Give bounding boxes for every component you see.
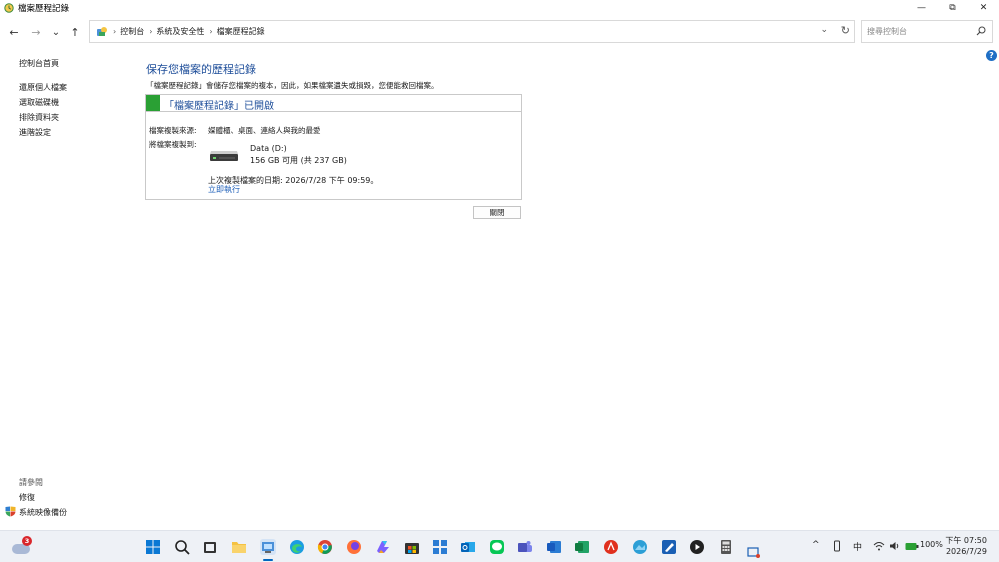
control-panel-icon	[96, 26, 108, 38]
breadcrumb-separator: ›	[149, 27, 153, 36]
drive-name: Data (D:)	[250, 144, 287, 153]
source-label: 檔案複製來源:	[149, 126, 197, 135]
navigation-bar: ← → ⌄ ↑ › 控制台 › 系統及安全性 › 檔案歷程記錄 ⌄ ↻	[0, 18, 999, 46]
calculator-icon[interactable]	[718, 539, 734, 555]
see-also-heading: 請參閱	[19, 478, 43, 487]
copilot-icon[interactable]	[375, 539, 391, 555]
taskbar: 3 ^ 中 100% 下午 07:50 2026/7/29	[0, 530, 999, 562]
media-player-icon[interactable]	[689, 539, 705, 555]
status-indicator	[146, 95, 160, 111]
firefox-icon[interactable]	[346, 539, 362, 555]
pen-app-icon[interactable]	[661, 539, 677, 555]
breadcrumb-file-history[interactable]: 檔案歷程記錄	[217, 26, 265, 37]
back-button[interactable]: ←	[6, 24, 22, 40]
photos-icon[interactable]	[632, 539, 648, 555]
file-history-status-panel: 「檔案歷程記錄」已開啟 檔案複製來源: 媒體櫃、桌面、連絡人與我的最愛 將檔案複…	[145, 94, 522, 200]
word-icon[interactable]	[546, 539, 562, 555]
sidebar-item-advanced[interactable]: 進階設定	[19, 127, 51, 138]
acrobat-icon[interactable]	[603, 539, 619, 555]
forward-button[interactable]: →	[28, 24, 44, 40]
target-label: 將檔案複製到:	[149, 140, 197, 149]
breadcrumb-system-security[interactable]: 系統及安全性	[156, 26, 204, 37]
clock[interactable]: 下午 07:50 2026/7/29	[945, 535, 987, 557]
source-value: 媒體櫃、桌面、連絡人與我的最愛	[208, 126, 321, 135]
search-box	[861, 20, 993, 43]
drive-space: 156 GB 可用 (共 237 GB)	[250, 156, 347, 165]
active-app-indicator	[263, 559, 273, 561]
shield-icon	[5, 506, 16, 517]
chrome-icon[interactable]	[317, 539, 333, 555]
battery-icon[interactable]	[905, 540, 919, 552]
minimize-button[interactable]: —	[906, 0, 937, 16]
weather-widget[interactable]: 3	[12, 536, 32, 555]
sidebar-item-home[interactable]: 控制台首頁	[19, 58, 59, 69]
address-bar[interactable]: › 控制台 › 系統及安全性 › 檔案歷程記錄 ⌄ ↻	[89, 20, 855, 43]
close-button[interactable]: 關閉	[473, 206, 521, 219]
search-taskbar-icon[interactable]	[174, 539, 190, 555]
store-icon[interactable]	[404, 539, 420, 555]
breadcrumb-control-panel[interactable]: 控制台	[120, 26, 144, 37]
maximize-button[interactable]: ⧉	[937, 0, 968, 16]
breadcrumb-separator: ›	[209, 27, 213, 36]
window-controls: — ⧉ ✕	[906, 0, 999, 16]
title-bar: 檔案歷程記錄 — ⧉ ✕	[0, 0, 999, 16]
tray-overflow-icon[interactable]: ^	[812, 540, 820, 550]
notification-badge: 3	[22, 536, 32, 546]
outlook-icon[interactable]	[460, 539, 476, 555]
line-icon[interactable]	[489, 539, 505, 555]
see-also-recovery[interactable]: 修復	[19, 492, 35, 503]
search-input[interactable]	[867, 27, 972, 36]
sidebar-item-restore[interactable]: 還原個人檔案	[19, 82, 67, 93]
file-history-icon	[4, 3, 14, 13]
usb-device-icon[interactable]	[833, 540, 841, 552]
address-dropdown-icon[interactable]: ⌄	[820, 25, 828, 35]
status-text: 「檔案歷程記錄」已開啟	[164, 101, 274, 112]
sidebar-item-exclude-folders[interactable]: 排除資料夾	[19, 112, 59, 123]
breadcrumb-separator: ›	[113, 27, 117, 36]
excel-icon[interactable]	[574, 539, 590, 555]
sidebar-item-select-drive[interactable]: 選取磁碟機	[19, 97, 59, 108]
page-title: 保存您檔案的歷程記錄	[146, 63, 256, 76]
battery-percentage: 100%	[920, 540, 943, 549]
snipping-tool-icon[interactable]	[747, 547, 761, 559]
file-explorer-icon[interactable]	[231, 539, 247, 555]
teams-icon[interactable]	[517, 539, 533, 555]
refresh-icon[interactable]: ↻	[841, 24, 850, 37]
status-header: 「檔案歷程記錄」已開啟	[146, 95, 521, 112]
window-title: 檔案歷程記錄	[18, 4, 70, 14]
control-panel-taskbar-icon[interactable]	[260, 539, 276, 555]
drive-icon	[209, 148, 239, 162]
see-also-system-image-backup[interactable]: 系統映像備份	[19, 507, 67, 518]
close-window-button[interactable]: ✕	[968, 0, 999, 16]
recent-locations-button[interactable]: ⌄	[48, 24, 64, 40]
volume-icon[interactable]	[889, 540, 901, 552]
start-icon[interactable]	[145, 539, 161, 555]
clock-date: 2026/7/29	[945, 547, 987, 556]
search-icon[interactable]	[976, 26, 986, 36]
wifi-icon[interactable]	[873, 540, 885, 552]
widgets-icon[interactable]	[432, 539, 448, 555]
up-button[interactable]: ↑	[67, 24, 83, 40]
edge-icon[interactable]	[289, 539, 305, 555]
input-method-indicator[interactable]: 中	[853, 540, 862, 553]
help-icon[interactable]: ?	[986, 50, 997, 61]
clock-time: 下午 07:50	[945, 536, 987, 545]
run-now-link[interactable]: 立即執行	[208, 184, 240, 195]
page-description: 「檔案歷程記錄」會儲存您檔案的複本，因此，如果檔案遺失或損毀，您便能救回檔案。	[146, 81, 439, 90]
task-view-icon[interactable]	[202, 539, 218, 555]
